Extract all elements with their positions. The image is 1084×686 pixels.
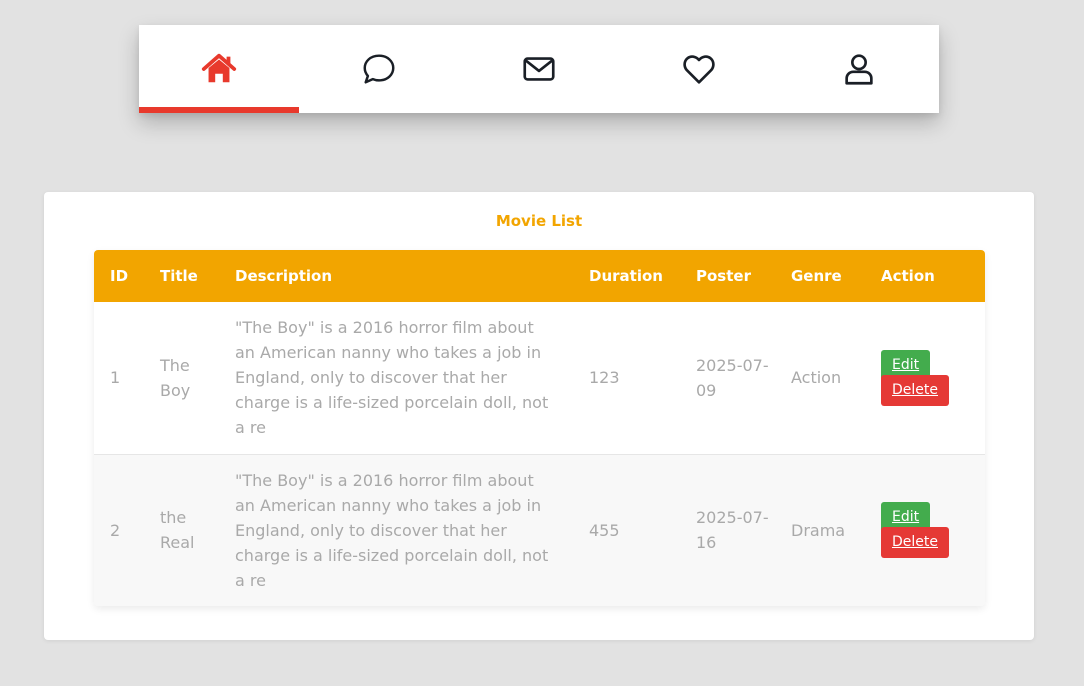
column-header-action: Action	[881, 267, 935, 285]
active-tab-indicator	[139, 107, 299, 113]
cell-actions: Edit Delete	[865, 454, 985, 606]
column-header-duration: Duration	[589, 267, 663, 285]
nav-item-home[interactable]	[139, 25, 299, 113]
movie-table-wrapper: ID Title Description Duration Poster Gen…	[94, 250, 985, 606]
table-row: 2 the Real "The Boy" is a 2016 horror fi…	[94, 454, 985, 606]
movie-list-card: Movie List ID Title Description Duration…	[44, 192, 1034, 640]
cell-id: 2	[110, 520, 121, 540]
column-header-title: Title	[160, 267, 198, 285]
nav-item-favorites[interactable]	[619, 25, 779, 113]
table-row: 1 The Boy "The Boy" is a 2016 horror fil…	[94, 302, 985, 454]
heart-icon	[683, 55, 715, 84]
column-header-poster: Poster	[696, 267, 751, 285]
user-icon	[845, 54, 873, 85]
home-icon	[201, 53, 237, 83]
cell-genre: Action	[791, 368, 842, 388]
cell-poster: 2025-07-16	[696, 508, 769, 553]
cell-actions: Edit Delete	[865, 302, 985, 454]
cell-id: 1	[110, 368, 121, 388]
table-header-row: ID Title Description Duration Poster Gen…	[94, 250, 985, 302]
delete-button[interactable]: Delete	[881, 527, 949, 559]
cell-duration: 455	[589, 520, 620, 540]
nav-item-mail[interactable]	[459, 25, 619, 113]
nav-item-profile[interactable]	[779, 25, 939, 113]
cell-duration: 123	[589, 368, 620, 388]
delete-button[interactable]: Delete	[881, 374, 949, 406]
cell-genre: Drama	[791, 520, 846, 540]
movie-table: ID Title Description Duration Poster Gen…	[94, 250, 985, 606]
cell-poster: 2025-07-09	[696, 355, 769, 400]
column-header-id: ID	[110, 267, 129, 285]
card-title: Movie List	[495, 212, 583, 230]
cell-title: The Boy	[160, 355, 191, 400]
mail-icon	[523, 57, 555, 81]
bottom-nav-bar	[139, 25, 939, 113]
column-header-description: Description	[235, 267, 333, 285]
chat-icon	[363, 54, 395, 84]
cell-description: "The Boy" is a 2016 horror film about an…	[235, 470, 549, 590]
cell-description: "The Boy" is a 2016 horror film about an…	[235, 318, 549, 438]
cell-title: the Real	[160, 508, 195, 553]
nav-item-messages[interactable]	[299, 25, 459, 113]
column-header-genre: Genre	[791, 267, 842, 285]
